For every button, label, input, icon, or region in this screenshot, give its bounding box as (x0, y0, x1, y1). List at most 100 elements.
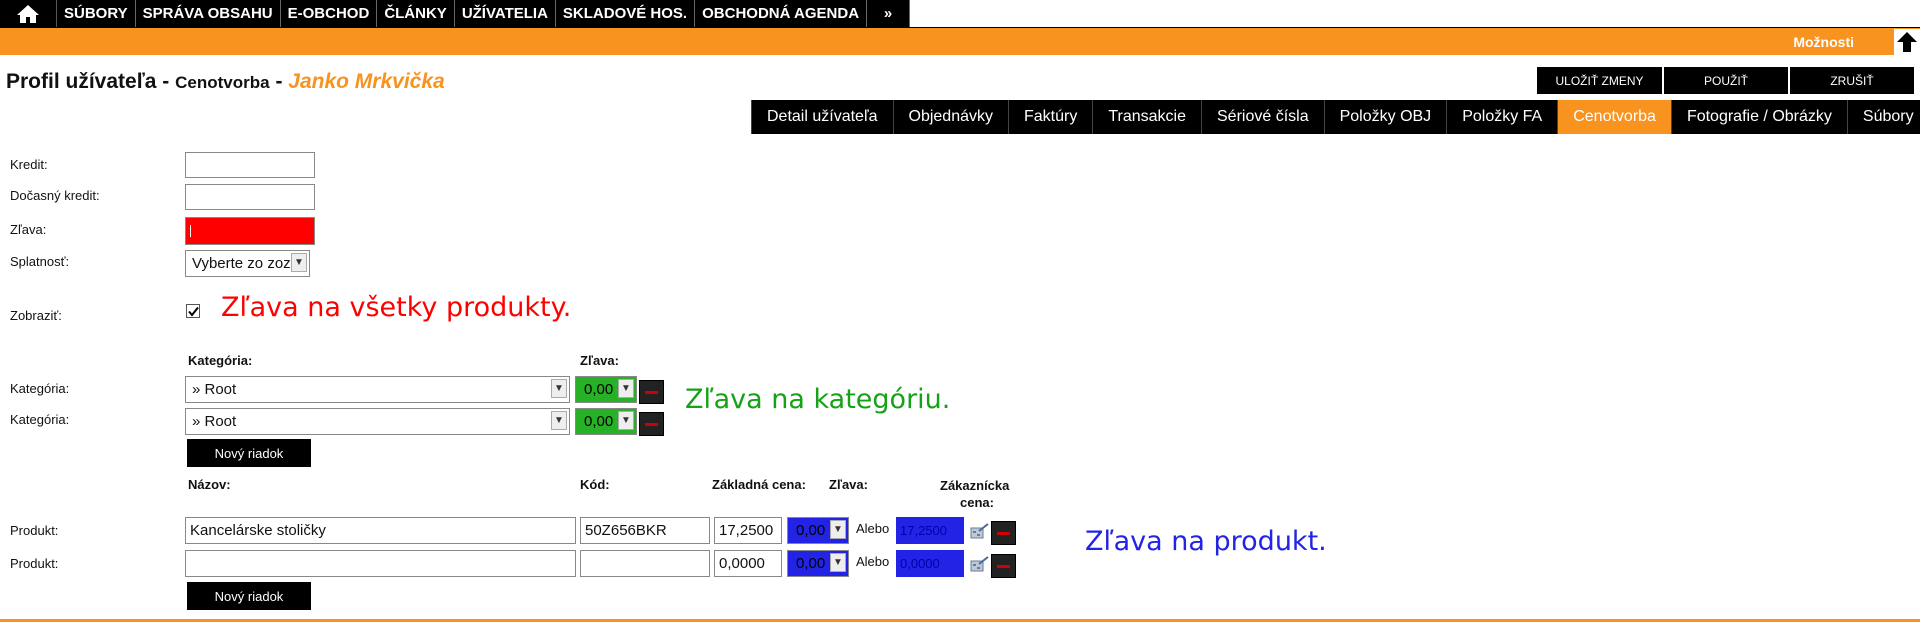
tab-subory[interactable]: Súbory (1846, 100, 1920, 134)
nav-clanky[interactable]: ČLÁNKY (377, 0, 455, 27)
nav-subory[interactable]: SÚBORY (57, 0, 136, 27)
category-select-value: » Root (192, 381, 237, 398)
page-title-section: Cenotvorba (175, 73, 270, 92)
category-discount-column-header: Zľava: (580, 353, 619, 368)
tab-polozky-obj[interactable]: Položky OBJ (1323, 100, 1447, 134)
tab-polozky-fa[interactable]: Položky FA (1446, 100, 1557, 134)
chevron-down-icon: ▼ (830, 553, 846, 572)
category-row-label: Kategória: (10, 381, 70, 396)
show-label: Zobraziť: (10, 308, 62, 323)
profile-tabs: Detail užívateľa Objednávky Faktúry Tran… (751, 100, 1920, 134)
page-title-main: Profil užívateľa (6, 70, 157, 93)
cancel-button[interactable]: ZRUŠIŤ (1790, 67, 1914, 94)
chevron-down-icon: ▼ (551, 411, 567, 430)
check-icon (187, 306, 199, 317)
nav-uzivatelia[interactable]: UŽÍVATELIA (455, 0, 556, 27)
category-row-label: Kategória: (10, 412, 70, 427)
new-product-row-button[interactable]: Nový riadok (187, 582, 311, 610)
scroll-up-button[interactable] (1894, 29, 1920, 55)
product-row-label: Produkt: (10, 556, 59, 571)
annotation-category: Zľava na kategóriu. (685, 384, 951, 415)
annotation-all-products: Zľava na všetky produkty. (221, 292, 572, 323)
options-link[interactable]: Možnosti (1793, 34, 1854, 50)
product-row-label: Produkt: (10, 523, 59, 538)
temporary-credit-label: Dočasný kredit: (10, 188, 100, 203)
minus-icon (645, 422, 658, 426)
temporary-credit-input[interactable] (185, 184, 315, 210)
minus-icon (645, 390, 658, 394)
or-label: Alebo (856, 521, 890, 536)
remove-row-button[interactable] (991, 521, 1016, 545)
product-name-column-header: Názov: (188, 477, 231, 492)
category-select-value: » Root (192, 413, 237, 430)
tab-seriove-cisla[interactable]: Sériové čísla (1201, 100, 1324, 134)
nav-skladove-hos[interactable]: SKLADOVÉ HOS. (556, 0, 696, 27)
tab-objednavky[interactable]: Objednávky (892, 100, 1009, 134)
category-column-header: Kategória: (188, 353, 253, 368)
home-button[interactable] (0, 0, 57, 27)
chevron-down-icon: ▼ (551, 379, 567, 398)
product-code-input[interactable] (580, 550, 710, 577)
save-changes-button[interactable]: ULOŽIŤ ZMENY (1537, 67, 1662, 94)
tab-detail-uzivatela[interactable]: Detail užívateľa (751, 100, 893, 134)
home-icon (17, 4, 39, 23)
top-navigation: SÚBORY SPRÁVA OBSAHU E-OBCHOD ČLÁNKY UŽÍ… (0, 0, 911, 27)
nav-sprava-obsahu[interactable]: SPRÁVA OBSAHU (136, 0, 281, 27)
product-discount-value: 0,00 (796, 555, 826, 572)
category-discount-value: 0,00 (584, 413, 614, 430)
category-discount-select[interactable]: 0,00 ▼ (575, 376, 637, 403)
options-bar (0, 28, 1920, 55)
product-code-column-header: Kód: (580, 477, 610, 492)
category-select[interactable]: » Root ▼ (185, 408, 570, 435)
credit-label: Kredit: (10, 157, 48, 172)
product-discount-column-header: Zľava: (829, 477, 868, 492)
tab-fotografie[interactable]: Fotografie / Obrázky (1670, 100, 1847, 134)
chevron-down-icon: ▼ (618, 411, 634, 430)
due-label: Splatnosť: (10, 254, 70, 269)
calculator-icon[interactable] (970, 522, 990, 545)
chevron-down-icon: ▼ (291, 253, 307, 272)
credit-input[interactable] (185, 152, 315, 178)
product-name-input[interactable]: Kancelárske stoličky (185, 517, 576, 544)
tab-faktury[interactable]: Faktúry (1008, 100, 1092, 134)
annotation-product: Zľava na produkt. (1085, 526, 1327, 557)
category-discount-select[interactable]: 0,00 ▼ (575, 408, 637, 435)
product-discount-select[interactable]: 0,00 ▼ (787, 550, 849, 577)
title-separator: - (156, 70, 176, 93)
apply-button[interactable]: POUŽIŤ (1664, 67, 1788, 94)
title-separator: - (269, 70, 289, 93)
due-select-value: Vyberte zo zoz (192, 255, 291, 272)
page-title: Profil užívateľa - Cenotvorba - Janko Mr… (6, 70, 445, 94)
minus-icon (997, 564, 1010, 568)
or-label: Alebo (856, 554, 890, 569)
customer-price-column-header: Zákaznícka cena: (940, 477, 1009, 511)
base-price-input[interactable]: 0,0000 (714, 550, 782, 577)
customer-price-input[interactable]: 17,2500 (896, 517, 964, 544)
customer-price-input[interactable]: 0,0000 (896, 550, 964, 577)
new-category-row-button[interactable]: Nový riadok (187, 439, 311, 467)
remove-row-button[interactable] (639, 380, 664, 404)
nav-obchodna-agenda[interactable]: OBCHODNÁ AGENDA (695, 0, 868, 27)
product-discount-select[interactable]: 0,00 ▼ (787, 517, 849, 544)
discount-label: Zľava: (10, 222, 47, 237)
base-price-input[interactable]: 17,2500 (714, 517, 782, 544)
due-select[interactable]: Vyberte zo zoz ▼ (185, 250, 310, 277)
remove-row-button[interactable] (991, 554, 1016, 578)
remove-row-button[interactable] (639, 412, 664, 436)
category-select[interactable]: » Root ▼ (185, 376, 570, 403)
customer-price-header-line: Zákaznícka (940, 478, 1010, 493)
page-title-user: Janko Mrkvička (288, 70, 445, 93)
discount-input[interactable] (185, 217, 315, 245)
calculator-icon[interactable] (970, 555, 990, 578)
show-checkbox[interactable] (186, 304, 200, 318)
customer-price-header-line: cena: (960, 495, 994, 510)
nav-more-button[interactable]: » (867, 0, 911, 27)
tab-transakcie[interactable]: Transakcie (1092, 100, 1201, 134)
nav-e-obchod[interactable]: E-OBCHOD (281, 0, 378, 27)
product-name-input[interactable] (185, 550, 576, 577)
category-discount-value: 0,00 (584, 381, 614, 398)
tab-cenotvorba[interactable]: Cenotvorba (1557, 100, 1671, 134)
product-code-input[interactable]: 50Z656BKR (580, 517, 710, 544)
text-cursor (190, 225, 191, 237)
base-price-column-header: Základná cena: (712, 477, 806, 492)
